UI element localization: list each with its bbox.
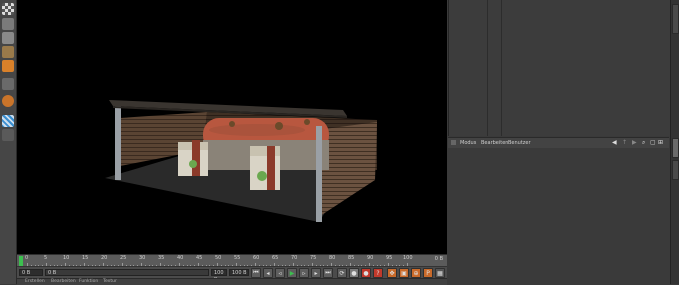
grip-icon [451,140,456,145]
right-tab-strip [670,0,679,284]
left-toolbar [0,0,17,284]
go-start-icon: ⏮ [253,269,259,276]
post-right [316,126,322,222]
prev-frame-button[interactable]: ◃ [275,268,285,278]
3d-viewport[interactable] [17,0,447,254]
tab-attributes[interactable] [672,138,679,158]
tick-label: 5 [44,255,48,261]
new-panel-icon[interactable]: ⊞ [658,139,663,146]
tick-label: 0 [25,255,29,261]
tick-label: 35 [158,255,165,261]
tick-label: 15 [82,255,89,261]
tick-label: 45 [196,255,203,261]
loop-button[interactable]: ⟳ [337,268,347,278]
column-divider[interactable] [487,0,488,136]
start-frame-field[interactable]: 0 B [19,269,43,276]
tick-label: 20 [101,255,108,261]
play-button[interactable]: ▶ [287,268,297,278]
go-end-button[interactable]: ⏭ [323,268,333,278]
scale-key-button[interactable]: ▣ [399,268,409,278]
tick-label: 25 [120,255,127,261]
menu-funktion[interactable]: Funktion [79,279,98,284]
scene-render [105,100,377,222]
cube-icon[interactable] [2,46,14,58]
hook-icon[interactable] [2,95,14,107]
orange-cube-icon[interactable] [2,60,14,72]
loop-icon: ⟳ [339,269,345,277]
menu-modus[interactable]: Modus [460,140,476,146]
tick-label: 40 [177,255,184,261]
fuel-pump-left [178,140,208,176]
scale-icon: ▣ [401,269,407,277]
grid-icon[interactable] [2,129,14,141]
search-icon[interactable]: ⌕ [642,139,645,147]
rotate-key-button[interactable]: ⊕ [411,268,421,278]
grid-key-button[interactable]: ▦ [435,268,445,278]
shelf-icon[interactable] [2,78,14,90]
up-arrow-icon[interactable]: ↑ [622,139,627,146]
next-frame-button[interactable]: ▹ [299,268,309,278]
tick-label: 10 [63,255,70,261]
frame-range-slider[interactable]: 0 B [45,269,209,276]
record-button[interactable]: ● [361,268,371,278]
record-keys-button[interactable]: ● [349,268,359,278]
tick-label: 30 [139,255,146,261]
fuel-pump-right [250,146,280,190]
tab-layers[interactable] [672,160,679,180]
move-icon: ✥ [389,269,395,277]
layers-icon[interactable] [2,18,14,30]
attribute-manager-panel[interactable] [448,148,669,284]
tick-label: 95 [386,255,393,261]
tick-label: 50 [215,255,222,261]
tab-objects[interactable] [672,4,679,34]
key-icon: ● [351,269,357,277]
lock-icon[interactable]: ▢ [650,139,656,146]
menu-bearbeiten[interactable]: Bearbeiten [481,140,508,146]
next-key-icon: ▸ [314,269,318,277]
next-key-button[interactable]: ▸ [311,268,321,278]
play-icon: ▶ [289,269,295,277]
menu-textur[interactable]: Textur [103,279,117,284]
back-arrow-icon[interactable]: ◀ [612,139,617,146]
param-icon: P [426,269,430,277]
playhead[interactable] [19,256,23,266]
column-divider[interactable] [501,0,502,136]
forward-arrow-icon[interactable]: ▶ [632,139,637,146]
tick-label: 65 [272,255,279,261]
record-icon: ● [363,269,369,277]
menu-bearbeiten[interactable]: Bearbeiten [51,279,76,284]
current-frame-field: 0 B [48,270,57,276]
post-left [115,106,121,180]
tick-label: 90 [367,255,374,261]
menu-benutzer[interactable]: Benutzer [508,140,531,146]
tick-label: 100 [403,255,413,261]
object-manager-panel[interactable] [448,0,670,136]
grid-icon: ▦ [437,269,443,277]
tick-label: 80 [329,255,336,261]
next-frame-icon: ▹ [302,269,306,277]
menu-erstellen[interactable]: Erstellen [25,279,45,284]
tick-label: 75 [310,255,317,261]
autokey-button[interactable]: ? [373,268,383,278]
go-end-icon: ⏭ [325,269,331,276]
tick-label: 60 [253,255,260,261]
tick-label: 55 [234,255,241,261]
tick-label: 85 [348,255,355,261]
param-key-button[interactable]: P [423,268,433,278]
prev-key-icon: ◂ [266,269,270,277]
rotate-icon: ⊕ [413,269,419,277]
current-frame-readout: 0 B [434,256,443,262]
go-start-button[interactable]: ⏮ [251,268,261,278]
prev-frame-icon: ◃ [278,269,282,277]
prev-key-button[interactable]: ◂ [263,268,273,278]
checker-icon[interactable] [2,3,14,15]
box-icon[interactable] [2,32,14,44]
pattern-icon[interactable] [2,115,14,127]
move-key-button[interactable]: ✥ [387,268,397,278]
tick-label: 70 [291,255,298,261]
max-frame-field[interactable]: 100 B [229,269,249,276]
end-frame-field[interactable]: 100 B [211,269,227,283]
autokey-icon: ? [376,269,380,277]
